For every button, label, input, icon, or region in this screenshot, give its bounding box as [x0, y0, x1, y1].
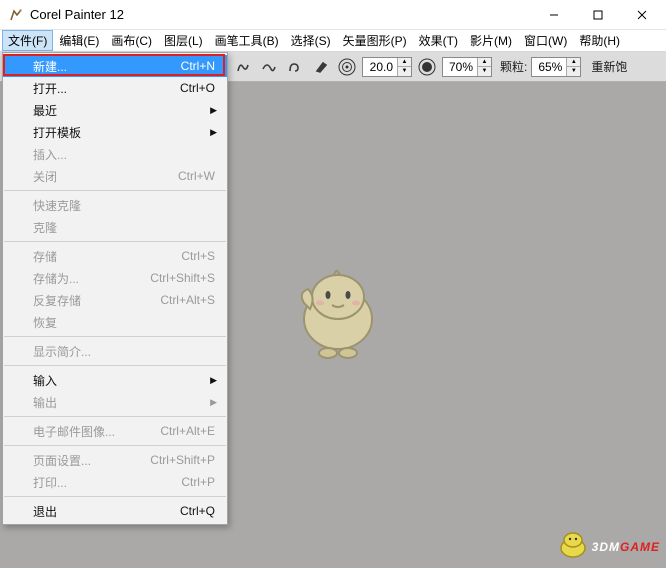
brush-size-value: 20.0 — [363, 60, 397, 74]
menu-item-label: 最近 — [33, 102, 215, 119]
menu-8[interactable]: 影片(M) — [464, 30, 518, 51]
file-menu-item: 电子邮件图像...Ctrl+Alt+E — [3, 420, 227, 442]
menu-item-shortcut: Ctrl+P — [181, 475, 215, 489]
menu-item-shortcut: Ctrl+O — [180, 81, 215, 95]
file-menu-item: 反复存储Ctrl+Alt+S — [3, 289, 227, 311]
file-menu-item: 输出▶ — [3, 391, 227, 413]
app-logo-icon — [8, 7, 24, 23]
close-button[interactable] — [620, 0, 664, 30]
submenu-arrow-icon: ▶ — [210, 127, 217, 138]
grain-label: 颗粒: — [496, 58, 527, 75]
minimize-button[interactable] — [532, 0, 576, 30]
menu-7[interactable]: 效果(T) — [413, 30, 464, 51]
menu-item-shortcut: Ctrl+Shift+P — [150, 453, 215, 467]
file-menu-dropdown: 新建...Ctrl+N打开...Ctrl+O最近▶打开模板▶插入...关闭Ctr… — [2, 52, 228, 525]
submenu-arrow-icon: ▶ — [210, 105, 217, 116]
menu-2[interactable]: 画布(C) — [105, 30, 158, 51]
file-menu-item: 页面设置...Ctrl+Shift+P — [3, 449, 227, 471]
menu-separator — [4, 445, 226, 446]
file-menu-item[interactable]: 最近▶ — [3, 99, 227, 121]
menu-separator — [4, 496, 226, 497]
file-menu-item[interactable]: 退出Ctrl+Q — [3, 500, 227, 522]
brush-size-input[interactable]: 20.0 ▲▼ — [362, 57, 412, 77]
menu-item-shortcut: Ctrl+S — [181, 249, 215, 263]
opacity-value: 70% — [443, 60, 477, 74]
menu-separator — [4, 365, 226, 366]
file-menu-item[interactable]: 打开...Ctrl+O — [3, 77, 227, 99]
menu-0[interactable]: 文件(F) — [2, 30, 53, 51]
menu-separator — [4, 241, 226, 242]
spin-buttons[interactable]: ▲▼ — [566, 58, 580, 76]
opacity-preview-icon[interactable] — [416, 56, 438, 78]
title-bar: Corel Painter 12 — [0, 0, 666, 30]
watermark-mascot-icon — [556, 530, 590, 560]
mascot-illustration — [290, 257, 390, 367]
file-menu-item: 存储Ctrl+S — [3, 245, 227, 267]
menu-item-label: 输入 — [33, 372, 215, 389]
spin-buttons[interactable]: ▲▼ — [477, 58, 491, 76]
menu-10[interactable]: 帮助(H) — [573, 30, 626, 51]
menu-item-label: 恢复 — [33, 314, 215, 331]
menu-item-shortcut: Ctrl+Alt+E — [160, 424, 215, 438]
menu-item-label: 退出 — [33, 503, 180, 520]
menu-item-label: 克隆 — [33, 219, 215, 236]
watermark: 3DMGAME — [556, 528, 660, 562]
menu-1[interactable]: 编辑(E) — [53, 30, 105, 51]
watermark-text: 3DMGAME — [592, 535, 660, 556]
menu-item-label: 插入... — [33, 146, 215, 163]
file-menu-item: 关闭Ctrl+W — [3, 165, 227, 187]
menu-item-label: 打印... — [33, 474, 181, 491]
file-menu-item: 恢复 — [3, 311, 227, 333]
opacity-input[interactable]: 70% ▲▼ — [442, 57, 492, 77]
submenu-arrow-icon: ▶ — [210, 397, 217, 408]
menu-item-shortcut: Ctrl+W — [178, 169, 215, 183]
grain-value: 65% — [532, 60, 566, 74]
file-menu-item[interactable]: 输入▶ — [3, 369, 227, 391]
window-title: Corel Painter 12 — [30, 7, 532, 22]
brush-dab-icon[interactable] — [232, 56, 254, 78]
menu-separator — [4, 416, 226, 417]
menu-item-label: 新建... — [33, 58, 181, 75]
file-menu-item: 打印...Ctrl+P — [3, 471, 227, 493]
menu-item-label: 显示简介... — [33, 343, 215, 360]
menu-4[interactable]: 画笔工具(B) — [209, 30, 285, 51]
menu-6[interactable]: 矢量图形(P) — [337, 30, 413, 51]
menu-3[interactable]: 图层(L) — [158, 30, 209, 51]
submenu-arrow-icon: ▶ — [210, 375, 217, 386]
spin-buttons[interactable]: ▲▼ — [397, 58, 411, 76]
maximize-button[interactable] — [576, 0, 620, 30]
brush-squiggle-icon[interactable] — [284, 56, 306, 78]
menu-item-label: 存储为... — [33, 270, 150, 287]
menu-separator — [4, 336, 226, 337]
menu-item-label: 输出 — [33, 394, 215, 411]
brush-stroke-icon[interactable] — [258, 56, 280, 78]
menu-item-label: 打开模板 — [33, 124, 215, 141]
menu-item-label: 存储 — [33, 248, 181, 265]
menu-9[interactable]: 窗口(W) — [518, 30, 573, 51]
file-menu-item: 快速克隆 — [3, 194, 227, 216]
file-menu-item[interactable]: 新建...Ctrl+N — [3, 55, 227, 77]
menu-item-label: 打开... — [33, 80, 180, 97]
menu-item-shortcut: Ctrl+Shift+S — [150, 271, 215, 285]
grain-input[interactable]: 65% ▲▼ — [531, 57, 581, 77]
menu-item-label: 关闭 — [33, 168, 178, 185]
menu-bar: 文件(F)编辑(E)画布(C)图层(L)画笔工具(B)选择(S)矢量图形(P)效… — [0, 30, 666, 52]
brush-paint-icon[interactable] — [310, 56, 332, 78]
menu-separator — [4, 190, 226, 191]
file-menu-item: 存储为...Ctrl+Shift+S — [3, 267, 227, 289]
size-preview-icon[interactable] — [336, 56, 358, 78]
menu-item-label: 页面设置... — [33, 452, 150, 469]
menu-item-label: 电子邮件图像... — [33, 423, 160, 440]
menu-5[interactable]: 选择(S) — [285, 30, 337, 51]
menu-item-shortcut: Ctrl+N — [181, 59, 215, 73]
menu-item-label: 快速克隆 — [33, 197, 215, 214]
menu-item-shortcut: Ctrl+Alt+S — [160, 293, 215, 307]
file-menu-item: 插入... — [3, 143, 227, 165]
menu-item-shortcut: Ctrl+Q — [180, 504, 215, 518]
resat-label[interactable]: 重新饱 — [585, 56, 633, 77]
file-menu-item: 克隆 — [3, 216, 227, 238]
file-menu-item: 显示简介... — [3, 340, 227, 362]
menu-item-label: 反复存储 — [33, 292, 160, 309]
file-menu-item[interactable]: 打开模板▶ — [3, 121, 227, 143]
